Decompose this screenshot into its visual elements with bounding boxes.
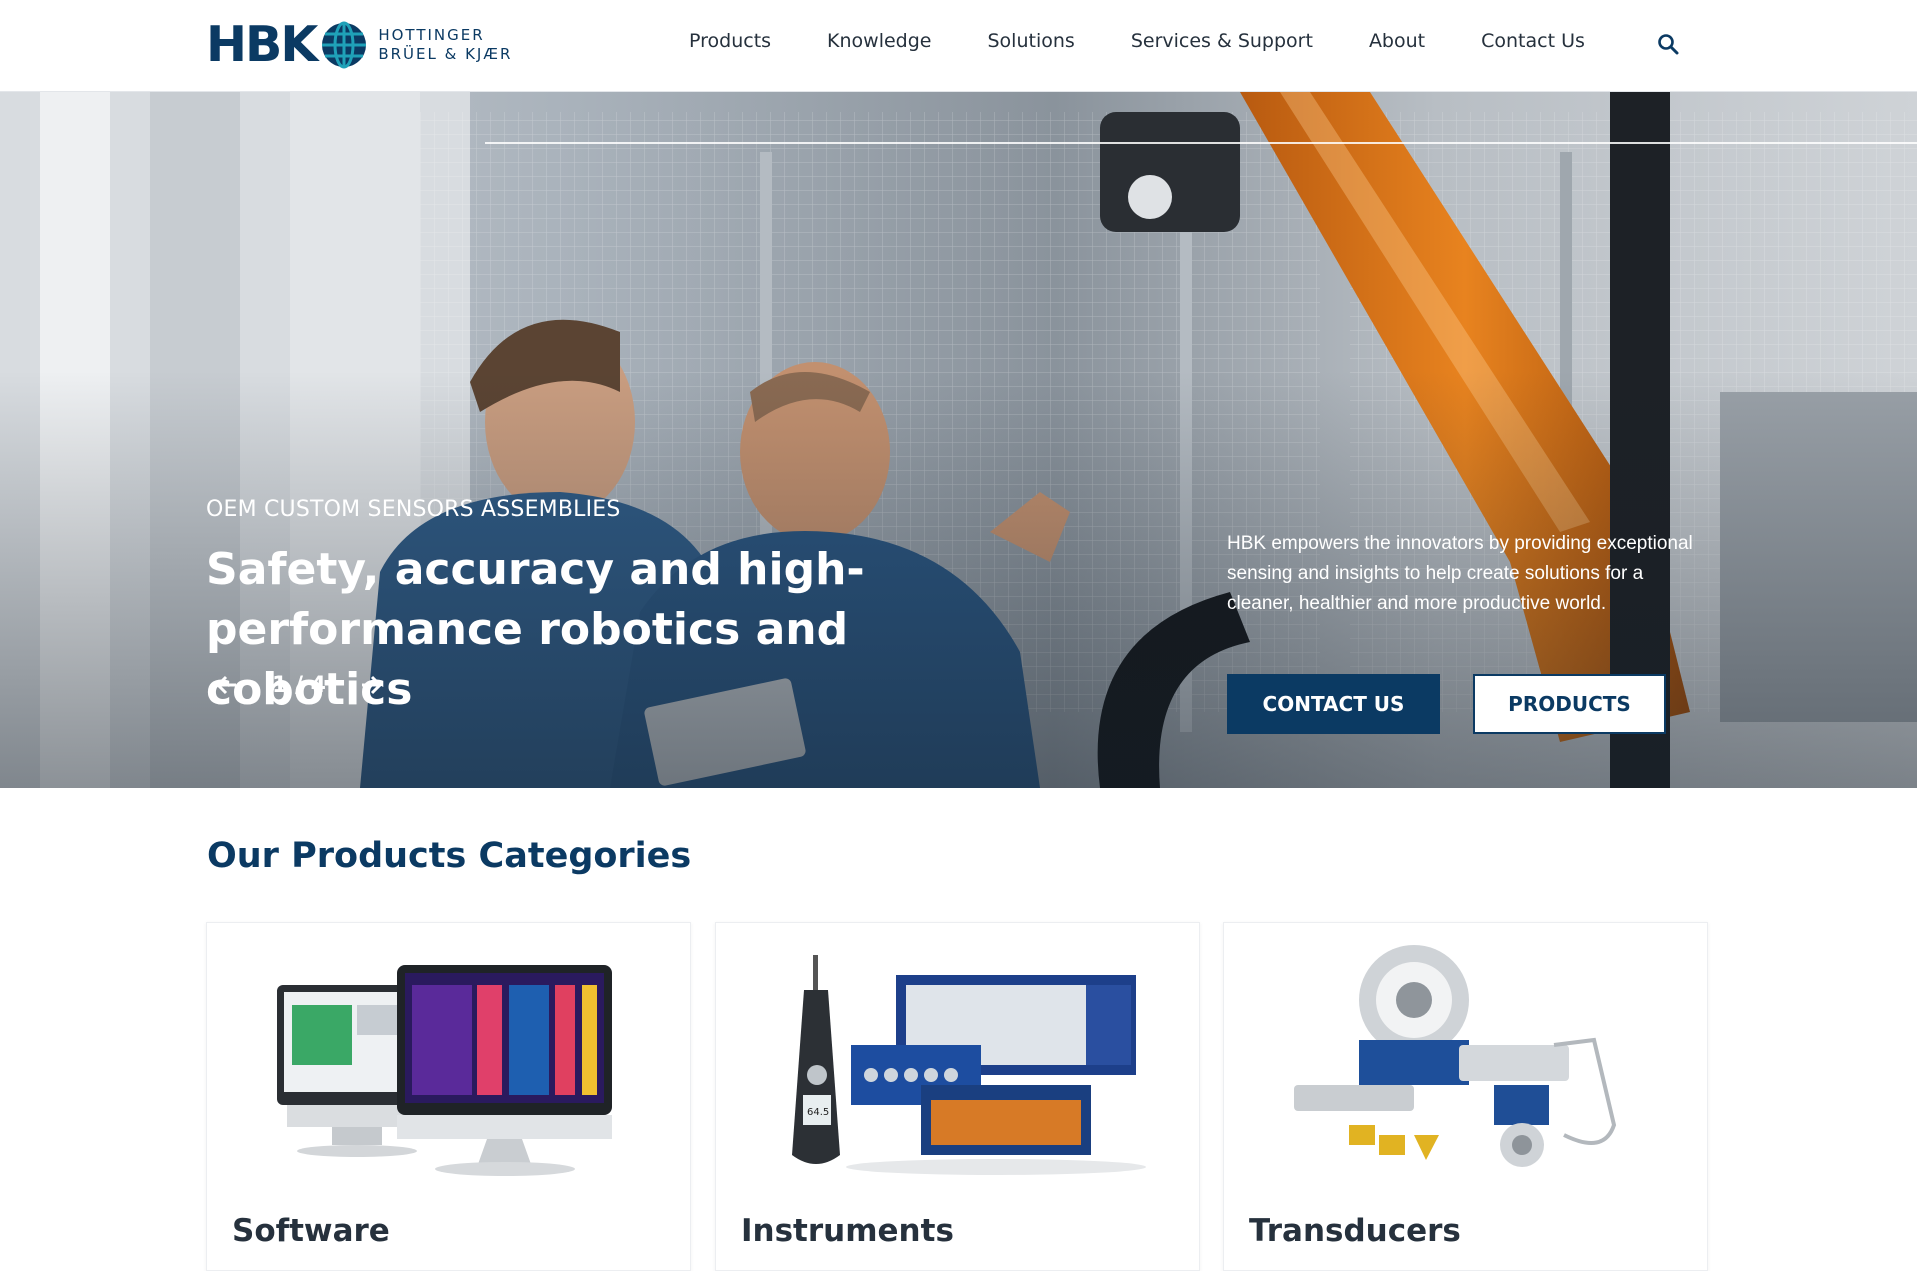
- hero-divider: [485, 142, 1917, 144]
- hero-eyebrow: OEM CUSTOM SENSORS ASSEMBLIES: [206, 497, 621, 522]
- nav-item-knowledge[interactable]: Knowledge: [827, 30, 931, 52]
- category-card-transducers[interactable]: Transducers: [1223, 922, 1708, 1271]
- nav-item-products[interactable]: Products: [689, 30, 771, 52]
- meter-readout: 64.5: [807, 1107, 829, 1118]
- logo-line-2: BRÜEL & KJÆR: [378, 45, 513, 63]
- transducers-sensors-image: [1294, 945, 1617, 1167]
- instruments-devices-image: 64.5: [792, 955, 1146, 1175]
- logo-mark: HBK: [206, 16, 318, 73]
- logo-wordmark: HOTTINGER BRÜEL & KJÆR: [378, 26, 512, 64]
- globe-icon: [322, 21, 367, 69]
- search-icon[interactable]: [1656, 32, 1680, 56]
- products-button[interactable]: PRODUCTS: [1473, 674, 1666, 734]
- logo-line-1: HOTTINGER: [378, 26, 485, 44]
- slide-pager: 1 / 4: [214, 672, 384, 698]
- nav-item-about[interactable]: About: [1369, 30, 1425, 52]
- nav-item-solutions[interactable]: Solutions: [988, 30, 1075, 52]
- category-label: Software: [232, 1213, 390, 1249]
- arrow-left-icon[interactable]: [214, 672, 240, 698]
- arrow-right-icon[interactable]: [358, 672, 384, 698]
- category-card-software[interactable]: Software: [206, 922, 691, 1271]
- nav-item-contact-us[interactable]: Contact Us: [1481, 30, 1585, 52]
- main-nav: Products Knowledge Solutions Services & …: [689, 30, 1641, 52]
- category-label: Transducers: [1249, 1213, 1461, 1249]
- contact-us-button[interactable]: CONTACT US: [1227, 674, 1440, 734]
- site-header: HBK HOTTINGER BRÜEL & KJÆR Products Know…: [0, 0, 1917, 92]
- category-card-instruments[interactable]: 64.5 Instruments: [715, 922, 1200, 1271]
- hero-description: HBK empowers the innovators by providing…: [1227, 533, 1693, 614]
- hero-banner: OEM CUSTOM SENSORS ASSEMBLIES Safety, ac…: [0, 92, 1917, 788]
- section-title: Our Products Categories: [207, 836, 692, 876]
- software-monitors-image: [277, 965, 612, 1176]
- hbk-logo[interactable]: HBK HOTTINGER BRÜEL & KJÆR: [206, 20, 512, 70]
- nav-item-services-support[interactable]: Services & Support: [1131, 30, 1313, 52]
- slide-counter: 1 / 4: [272, 672, 326, 698]
- category-label: Instruments: [741, 1213, 954, 1249]
